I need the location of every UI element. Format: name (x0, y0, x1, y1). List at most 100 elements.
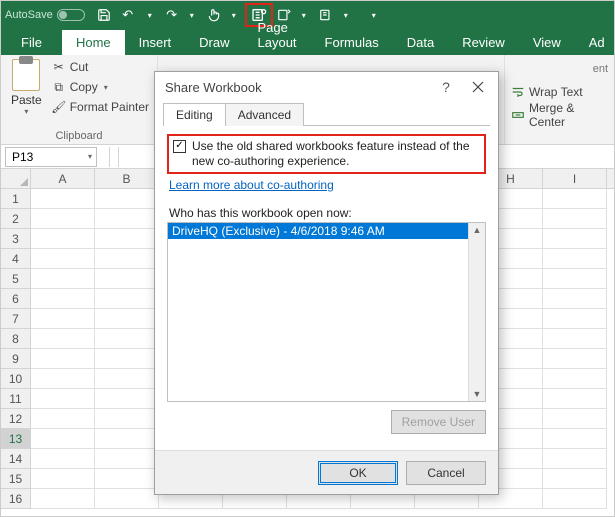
row-header[interactable]: 6 (1, 289, 31, 309)
scroll-up-icon[interactable]: ▲ (473, 225, 482, 235)
tab-insert[interactable]: Insert (125, 30, 186, 55)
cell[interactable] (543, 189, 607, 209)
cell[interactable] (543, 429, 607, 449)
redo-dropdown-icon[interactable]: ▾ (181, 4, 203, 26)
cell[interactable] (95, 389, 159, 409)
cell[interactable] (95, 189, 159, 209)
user-list-scrollbar[interactable]: ▲ ▼ (468, 223, 485, 401)
row-header[interactable]: 9 (1, 349, 31, 369)
cell[interactable] (95, 309, 159, 329)
dialog-close-button[interactable] (464, 76, 492, 98)
cell[interactable] (95, 469, 159, 489)
user-list-item[interactable]: DriveHQ (Exclusive) - 4/6/2018 9:46 AM (168, 223, 468, 239)
cell[interactable] (31, 309, 95, 329)
cell[interactable] (543, 489, 607, 509)
row-header[interactable]: 13 (1, 429, 31, 449)
scroll-down-icon[interactable]: ▼ (473, 389, 482, 399)
tab-file[interactable]: File (1, 30, 62, 55)
cell[interactable] (543, 249, 607, 269)
cell[interactable] (31, 409, 95, 429)
remove-user-button[interactable]: Remove User (391, 410, 486, 434)
cell[interactable] (31, 449, 95, 469)
cell[interactable] (31, 229, 95, 249)
col-header[interactable]: B (95, 169, 159, 188)
wrap-text-button[interactable]: Wrap Text (511, 82, 608, 102)
cell[interactable] (31, 209, 95, 229)
cell[interactable] (31, 349, 95, 369)
cell[interactable] (95, 489, 159, 509)
dialog-help-button[interactable]: ? (432, 76, 460, 98)
row-header[interactable]: 14 (1, 449, 31, 469)
cell[interactable] (95, 329, 159, 349)
learn-more-link[interactable]: Learn more about co-authoring (169, 178, 486, 192)
cell[interactable] (95, 429, 159, 449)
cell[interactable] (95, 369, 159, 389)
autosave-switch[interactable] (57, 9, 85, 21)
cell[interactable] (95, 249, 159, 269)
cell[interactable] (31, 329, 95, 349)
redo-icon[interactable]: ↷ (161, 4, 183, 26)
select-all-corner[interactable] (1, 169, 31, 188)
cell[interactable] (31, 189, 95, 209)
name-box-dropdown-icon[interactable]: ▾ (88, 152, 92, 161)
tab-view[interactable]: View (519, 30, 575, 55)
row-header[interactable]: 10 (1, 369, 31, 389)
cell[interactable] (95, 409, 159, 429)
cell[interactable] (95, 229, 159, 249)
tab-addins[interactable]: Ad (575, 30, 615, 55)
cut-button[interactable]: ✂ Cut (50, 57, 151, 77)
paste-button[interactable]: Paste ▾ (7, 57, 46, 118)
cell[interactable] (95, 349, 159, 369)
cell[interactable] (31, 249, 95, 269)
cell[interactable] (543, 389, 607, 409)
dialog-tab-advanced[interactable]: Advanced (225, 103, 304, 126)
cell[interactable] (31, 429, 95, 449)
format-painter-button[interactable]: 🖌 Format Painter (50, 97, 151, 117)
cell[interactable] (31, 489, 95, 509)
autosave-toggle[interactable]: AutoSave (5, 9, 85, 21)
cell[interactable] (543, 329, 607, 349)
row-header[interactable]: 1 (1, 189, 31, 209)
cell[interactable] (543, 349, 607, 369)
tab-formulas[interactable]: Formulas (311, 30, 393, 55)
user-listbox[interactable]: DriveHQ (Exclusive) - 4/6/2018 9:46 AM (168, 223, 468, 401)
merge-center-button[interactable]: Merge & Center (511, 105, 608, 125)
customize-qat-icon[interactable]: ▾ (363, 4, 385, 26)
row-header[interactable]: 15 (1, 469, 31, 489)
cell[interactable] (31, 369, 95, 389)
cancel-button[interactable]: Cancel (406, 461, 486, 485)
copy-button[interactable]: ⧉ Copy ▾ (50, 77, 151, 97)
cell[interactable] (31, 469, 95, 489)
cell[interactable] (543, 229, 607, 249)
row-header[interactable]: 3 (1, 229, 31, 249)
cell[interactable] (543, 469, 607, 489)
row-header[interactable]: 11 (1, 389, 31, 409)
undo-dropdown-icon[interactable]: ▾ (139, 4, 161, 26)
row-header[interactable]: 4 (1, 249, 31, 269)
col-header[interactable]: I (543, 169, 607, 188)
tab-home[interactable]: Home (62, 30, 125, 55)
tab-draw[interactable]: Draw (185, 30, 243, 55)
cell[interactable] (543, 409, 607, 429)
tab-data[interactable]: Data (393, 30, 448, 55)
cell[interactable] (95, 269, 159, 289)
name-box[interactable]: P13 ▾ (5, 147, 97, 167)
row-header[interactable]: 2 (1, 209, 31, 229)
use-legacy-sharing-checkbox[interactable]: ✓ (173, 140, 186, 153)
row-header[interactable]: 12 (1, 409, 31, 429)
tab-page-layout[interactable]: Page Layout (244, 15, 311, 55)
undo-icon[interactable]: ↶ (117, 4, 139, 26)
track-dropdown-icon[interactable]: ▾ (335, 4, 357, 26)
cell[interactable] (543, 209, 607, 229)
cell[interactable] (31, 269, 95, 289)
tab-review[interactable]: Review (448, 30, 519, 55)
track-changes-icon[interactable] (315, 4, 337, 26)
save-icon[interactable] (93, 4, 115, 26)
row-header[interactable]: 16 (1, 489, 31, 509)
cell[interactable] (31, 289, 95, 309)
cell[interactable] (543, 289, 607, 309)
cell[interactable] (543, 369, 607, 389)
cell[interactable] (95, 449, 159, 469)
row-header[interactable]: 8 (1, 329, 31, 349)
cell[interactable] (95, 289, 159, 309)
